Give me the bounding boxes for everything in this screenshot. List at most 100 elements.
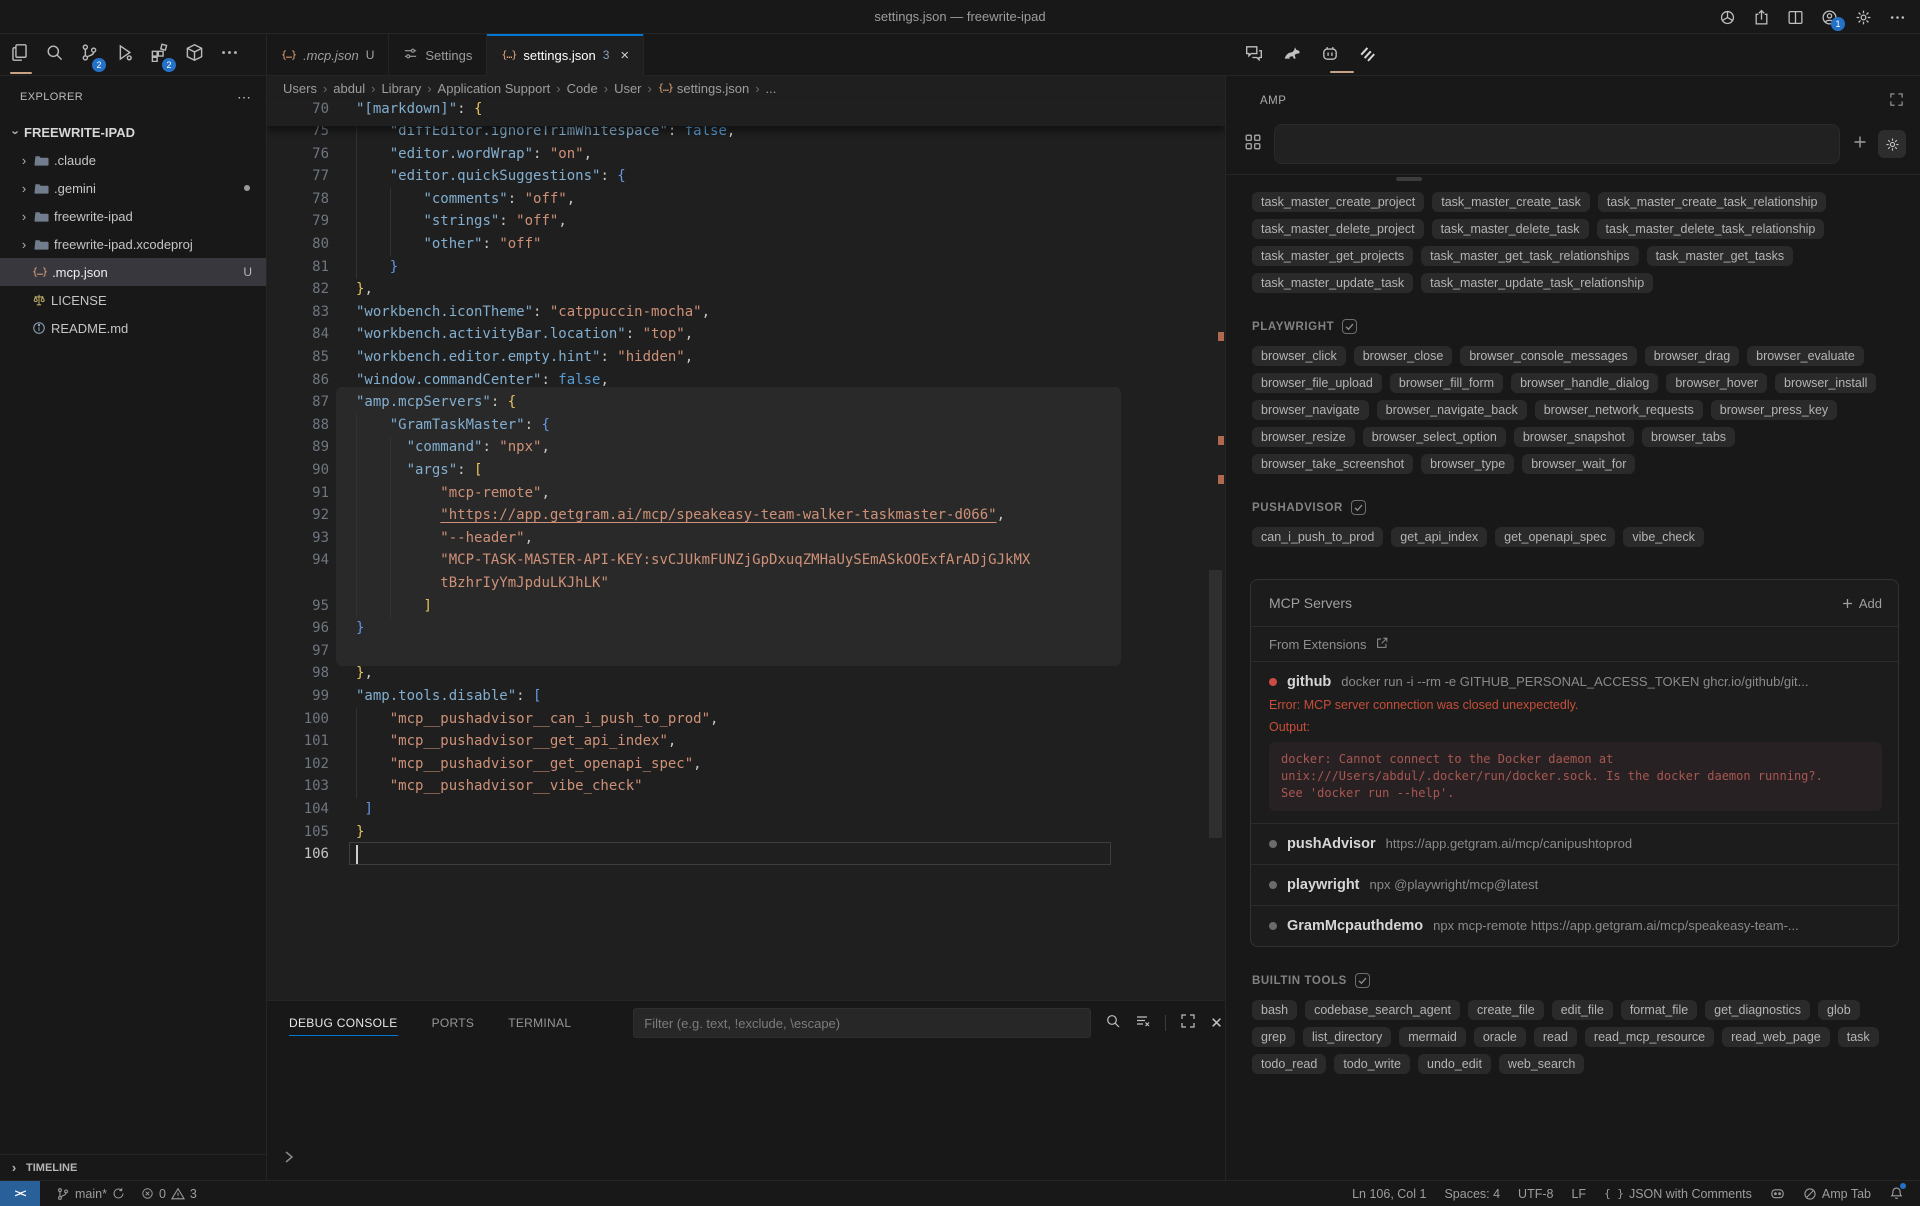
explorer-item--claude[interactable]: ›.claude	[0, 146, 266, 174]
split-editor-icon[interactable]	[1787, 9, 1804, 26]
tool-chip-task_master_get_task_relationships[interactable]: task_master_get_task_relationships	[1421, 246, 1638, 266]
checkbox-icon[interactable]	[1342, 319, 1357, 334]
robot-icon[interactable]	[1321, 44, 1339, 67]
tool-chip-browser_handle_dialog[interactable]: browser_handle_dialog	[1511, 373, 1658, 393]
tool-chip-codebase_search_agent[interactable]: codebase_search_agent	[1305, 1000, 1460, 1020]
explorer-item-freewrite-ipad-xcodeproj[interactable]: ›freewrite-ipad.xcodeproj	[0, 230, 266, 258]
code-line[interactable]: 103 "mcp__pushadvisor__vibe_check"	[267, 775, 1225, 798]
notifications-bell-icon[interactable]	[1889, 1185, 1904, 1203]
tool-chip-browser_console_messages[interactable]: browser_console_messages	[1460, 346, 1636, 366]
explorer-item--gemini[interactable]: ›.gemini	[0, 174, 266, 202]
clear-console-icon[interactable]	[1135, 1013, 1151, 1034]
checkbox-icon[interactable]	[1351, 500, 1366, 515]
mcp-server-pushadvisor[interactable]: pushAdvisorhttps://app.getgram.ai/mcp/ca…	[1251, 824, 1898, 865]
line-number[interactable]: 80	[267, 233, 329, 256]
breadcrumb-item[interactable]: abdul	[333, 81, 365, 96]
tool-chip-list_directory[interactable]: list_directory	[1303, 1027, 1391, 1047]
line-number[interactable]: 103	[267, 775, 329, 798]
line-number[interactable]: 83	[267, 301, 329, 324]
console-prompt-chevron[interactable]	[281, 1149, 297, 1168]
explorer-icon[interactable]	[10, 43, 29, 67]
code-line[interactable]: 85"workbench.editor.empty.hint": "hidden…	[267, 346, 1225, 369]
breadcrumb-item[interactable]: User	[614, 81, 641, 96]
code-line[interactable]: 81 }	[267, 256, 1225, 279]
tool-chip-todo_write[interactable]: todo_write	[1334, 1054, 1410, 1074]
comment-discussion-icon[interactable]	[1245, 44, 1263, 67]
tool-chip-task_master_delete_task_relationship[interactable]: task_master_delete_task_relationship	[1597, 219, 1825, 239]
tool-chip-browser_type[interactable]: browser_type	[1421, 454, 1514, 474]
tool-chip-read[interactable]: read	[1534, 1027, 1577, 1047]
tool-chip-browser_tabs[interactable]: browser_tabs	[1642, 427, 1735, 447]
filter-input[interactable]	[633, 1008, 1091, 1038]
tool-chip-undo_edit[interactable]: undo_edit	[1418, 1054, 1491, 1074]
explorer-item-readme-md[interactable]: README.md	[0, 314, 266, 342]
assistant-swirl-icon[interactable]	[1719, 9, 1736, 26]
account-icon[interactable]: 1	[1821, 9, 1838, 26]
code-line[interactable]: 98},	[267, 662, 1225, 685]
explorer-item-freewrite-ipad[interactable]: ›freewrite-ipad	[0, 202, 266, 230]
code-line[interactable]: 102 "mcp__pushadvisor__get_openapi_spec"…	[267, 753, 1225, 776]
line-number[interactable]: 76	[267, 143, 329, 166]
breadcrumb-item[interactable]: Code	[567, 81, 598, 96]
tool-chip-todo_read[interactable]: todo_read	[1252, 1054, 1326, 1074]
line-number[interactable]: 87	[267, 391, 329, 414]
tool-chip-vibe_check[interactable]: vibe_check	[1623, 527, 1704, 547]
breadcrumb-item[interactable]: Users	[283, 81, 317, 96]
tool-chip-glob[interactable]: glob	[1818, 1000, 1860, 1020]
close-panel-icon[interactable]: ✕	[1210, 1014, 1223, 1032]
amp-prompt-input[interactable]	[1274, 124, 1840, 164]
close-tab-icon[interactable]: ×	[620, 47, 629, 64]
status-lf[interactable]: LF	[1571, 1187, 1586, 1201]
tool-chip-browser_snapshot[interactable]: browser_snapshot	[1514, 427, 1634, 447]
expand-panel-icon[interactable]	[1889, 92, 1904, 110]
checkbox-icon[interactable]	[1355, 973, 1370, 988]
tab-mcp-json[interactable]: {…} .mcp.json U	[267, 34, 389, 76]
line-number[interactable]: 96	[267, 617, 329, 640]
tool-chip-task_master_create_project[interactable]: task_master_create_project	[1252, 192, 1424, 212]
code-line[interactable]: 96}	[267, 617, 1225, 640]
code-line[interactable]: 93 "--header",	[267, 527, 1225, 550]
line-number[interactable]: 98	[267, 662, 329, 685]
tool-chip-browser_wait_for[interactable]: browser_wait_for	[1522, 454, 1635, 474]
tab-settings-json[interactable]: {…} settings.json 3 ×	[487, 34, 644, 76]
code-line[interactable]: 80 "other": "off"	[267, 233, 1225, 256]
line-number[interactable]: 100	[267, 708, 329, 731]
tool-chip-read_mcp_resource[interactable]: read_mcp_resource	[1585, 1027, 1714, 1047]
panel-tab-debug-console[interactable]: DEBUG CONSOLE	[289, 1001, 398, 1045]
line-number[interactable]: 79	[267, 210, 329, 233]
external-link-icon[interactable]	[1375, 636, 1389, 653]
status-amp-tab[interactable]: Amp Tab	[1803, 1187, 1871, 1201]
tool-chip-browser_navigate_back[interactable]: browser_navigate_back	[1377, 400, 1527, 420]
tool-chip-get_diagnostics[interactable]: get_diagnostics	[1705, 1000, 1810, 1020]
line-number[interactable]: 101	[267, 730, 329, 753]
kangaroo-icon[interactable]	[1283, 44, 1301, 67]
code-line[interactable]: 101 "mcp__pushadvisor__get_api_index",	[267, 730, 1225, 753]
tool-chip-can_i_push_to_prod[interactable]: can_i_push_to_prod	[1252, 527, 1383, 547]
status-ln-106-col-1[interactable]: Ln 106, Col 1	[1352, 1187, 1426, 1201]
status-utf-8[interactable]: UTF-8	[1518, 1187, 1553, 1201]
tool-chip-get_api_index[interactable]: get_api_index	[1391, 527, 1487, 547]
tool-chip-task_master_update_task_relationship[interactable]: task_master_update_task_relationship	[1421, 273, 1653, 293]
line-number[interactable]: 81	[267, 256, 329, 279]
settings-gear-icon[interactable]	[1855, 9, 1872, 26]
explorer-more-icon[interactable]: ⋯	[237, 89, 252, 106]
panel-tab-ports[interactable]: PORTS	[432, 1001, 475, 1045]
code-area[interactable]: 75 "diffEditor.ignoreTrimWhitespace": fa…	[267, 120, 1225, 1000]
tool-chip-browser_fill_form[interactable]: browser_fill_form	[1390, 373, 1503, 393]
tool-chip-browser_resize[interactable]: browser_resize	[1252, 427, 1355, 447]
tool-chip-browser_click[interactable]: browser_click	[1252, 346, 1346, 366]
line-number[interactable]: 106	[267, 843, 329, 866]
code-line[interactable]: 87"amp.mcpServers": {	[267, 391, 1225, 414]
amp-settings-button[interactable]	[1878, 130, 1906, 158]
mcp-server-github[interactable]: githubdocker run -i --rm -e GITHUB_PERSO…	[1251, 662, 1898, 824]
line-number[interactable]: 85	[267, 346, 329, 369]
explorer-item-license[interactable]: LICENSE	[0, 286, 266, 314]
tool-chip-browser_navigate[interactable]: browser_navigate	[1252, 400, 1369, 420]
add-context-icon[interactable]	[1852, 134, 1868, 155]
sticky-scroll-line[interactable]: 70 "[markdown]": {	[267, 100, 1225, 126]
code-line[interactable]: 89 "command": "npx",	[267, 436, 1225, 459]
breadcrumb-item[interactable]: Library	[381, 81, 421, 96]
code-line[interactable]: 104 ]	[267, 798, 1225, 821]
panel-tab-terminal[interactable]: TERMINAL	[508, 1001, 571, 1045]
line-number[interactable]: 104	[267, 798, 329, 821]
